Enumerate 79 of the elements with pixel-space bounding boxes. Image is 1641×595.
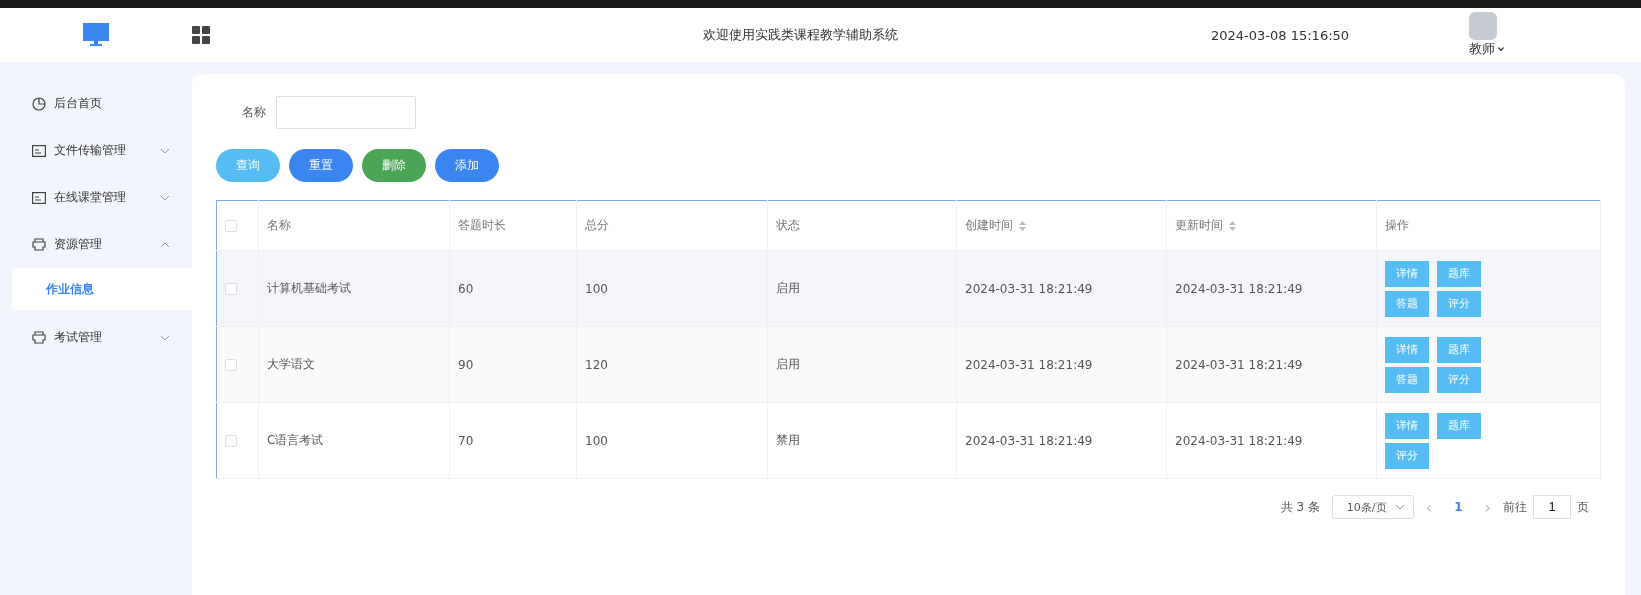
current-datetime: 2024-03-08 15:16:50 bbox=[1211, 27, 1351, 43]
table-cell: 2024-03-31 18:21:49 bbox=[1175, 357, 1303, 372]
sidebar-item[interactable]: 资源管理 bbox=[0, 221, 192, 268]
action-button[interactable]: 重置 bbox=[289, 149, 353, 182]
prev-page-button[interactable]: ‹ bbox=[1425, 497, 1433, 517]
table-cell: 2024-03-31 18:21:49 bbox=[965, 433, 1093, 448]
next-page-button[interactable]: › bbox=[1484, 497, 1491, 517]
user-menu[interactable]: 教师 bbox=[1469, 40, 1495, 58]
table-cell: 启用 bbox=[776, 357, 800, 371]
caret-icon[interactable] bbox=[1498, 47, 1504, 51]
table-cell: 70 bbox=[458, 433, 474, 448]
column-header: 答题时长 bbox=[458, 217, 506, 234]
grid-menu-icon[interactable] bbox=[192, 26, 210, 44]
row-action-button[interactable]: 详情 bbox=[1385, 260, 1429, 287]
page-number[interactable]: 1 bbox=[1444, 500, 1473, 514]
table-cell: 大学语文 bbox=[267, 357, 315, 371]
table-cell: 60 bbox=[458, 281, 474, 296]
table-cell: 90 bbox=[458, 357, 474, 372]
chevron-down-icon bbox=[160, 194, 170, 201]
printer-icon bbox=[32, 331, 46, 344]
table-cell: 计算机基础考试 bbox=[267, 281, 351, 295]
row-checkbox[interactable] bbox=[225, 435, 237, 447]
column-header: 状态 bbox=[776, 217, 800, 234]
name-input-field[interactable] bbox=[276, 96, 416, 129]
page-size-select[interactable]: 10条/页 bbox=[1331, 495, 1414, 519]
action-button[interactable]: 添加 bbox=[435, 149, 499, 182]
action-button[interactable]: 删除 bbox=[362, 149, 426, 182]
table-cell: 120 bbox=[585, 357, 608, 372]
row-action-button[interactable]: 详情 bbox=[1385, 336, 1429, 363]
row-action-button[interactable]: 题库 bbox=[1437, 412, 1481, 439]
sort-icon[interactable] bbox=[1019, 220, 1026, 231]
goto-page-field[interactable]: 1 bbox=[1533, 495, 1571, 519]
row-checkbox[interactable] bbox=[225, 359, 237, 371]
card-icon bbox=[32, 191, 46, 204]
chevron-down-icon bbox=[1394, 504, 1405, 510]
row-checkbox[interactable] bbox=[225, 283, 237, 295]
row-action-button[interactable]: 题库 bbox=[1437, 336, 1481, 363]
column-header: 名称 bbox=[267, 217, 291, 234]
sidebar-item[interactable]: 后台首页 bbox=[0, 80, 192, 127]
table-cell: 禁用 bbox=[776, 433, 800, 447]
page-suffix: 页 bbox=[1577, 498, 1589, 516]
row-action-button[interactable]: 答题 bbox=[1385, 366, 1429, 393]
row-action-button[interactable]: 详情 bbox=[1385, 412, 1429, 439]
table-cell: 2024-03-31 18:21:49 bbox=[1175, 281, 1303, 296]
system-title: 欢迎使用实践类课程教学辅助系统 bbox=[702, 26, 899, 44]
column-header: 操作 bbox=[1385, 217, 1409, 234]
action-button[interactable]: 查询 bbox=[216, 149, 280, 182]
sidebar-subitem[interactable]: 作业信息 bbox=[12, 268, 192, 310]
table-cell: 100 bbox=[585, 433, 608, 448]
avatar[interactable] bbox=[1469, 12, 1497, 40]
pie-chart-icon bbox=[32, 96, 46, 111]
chevron-up-icon bbox=[160, 241, 170, 248]
chevron-down-icon bbox=[160, 334, 170, 341]
row-action-button[interactable]: 评分 bbox=[1385, 442, 1429, 469]
table-cell: 2024-03-31 18:21:49 bbox=[1175, 433, 1303, 448]
field-label: 名称 bbox=[242, 104, 266, 121]
goto-label: 前往 bbox=[1503, 498, 1527, 516]
table-cell: 2024-03-31 18:21:49 bbox=[965, 281, 1093, 296]
row-action-button[interactable]: 题库 bbox=[1437, 260, 1481, 287]
sort-icon[interactable] bbox=[1229, 220, 1236, 231]
table-cell: 2024-03-31 18:21:49 bbox=[965, 357, 1093, 372]
table-cell: 启用 bbox=[776, 281, 800, 295]
column-header: 总分 bbox=[585, 217, 609, 234]
table-cell: C语言考试 bbox=[267, 433, 324, 447]
select-all-checkbox[interactable] bbox=[225, 220, 237, 232]
printer-icon bbox=[32, 238, 46, 251]
sidebar-item[interactable]: 考试管理 bbox=[0, 314, 192, 361]
sidebar-item[interactable]: 在线课堂管理 bbox=[0, 174, 192, 221]
column-header: 创建时间 bbox=[965, 217, 1013, 234]
chevron-down-icon bbox=[160, 147, 170, 154]
card-icon bbox=[32, 144, 46, 157]
column-header: 更新时间 bbox=[1175, 217, 1223, 234]
monitor-icon bbox=[83, 23, 109, 47]
row-action-button[interactable]: 评分 bbox=[1437, 290, 1481, 317]
row-action-button[interactable]: 答题 bbox=[1385, 290, 1429, 317]
sidebar-item[interactable]: 文件传输管理 bbox=[0, 127, 192, 174]
total-count: 共 3 条 bbox=[1280, 498, 1320, 516]
table-cell: 100 bbox=[585, 281, 608, 296]
row-action-button[interactable]: 评分 bbox=[1437, 366, 1481, 393]
